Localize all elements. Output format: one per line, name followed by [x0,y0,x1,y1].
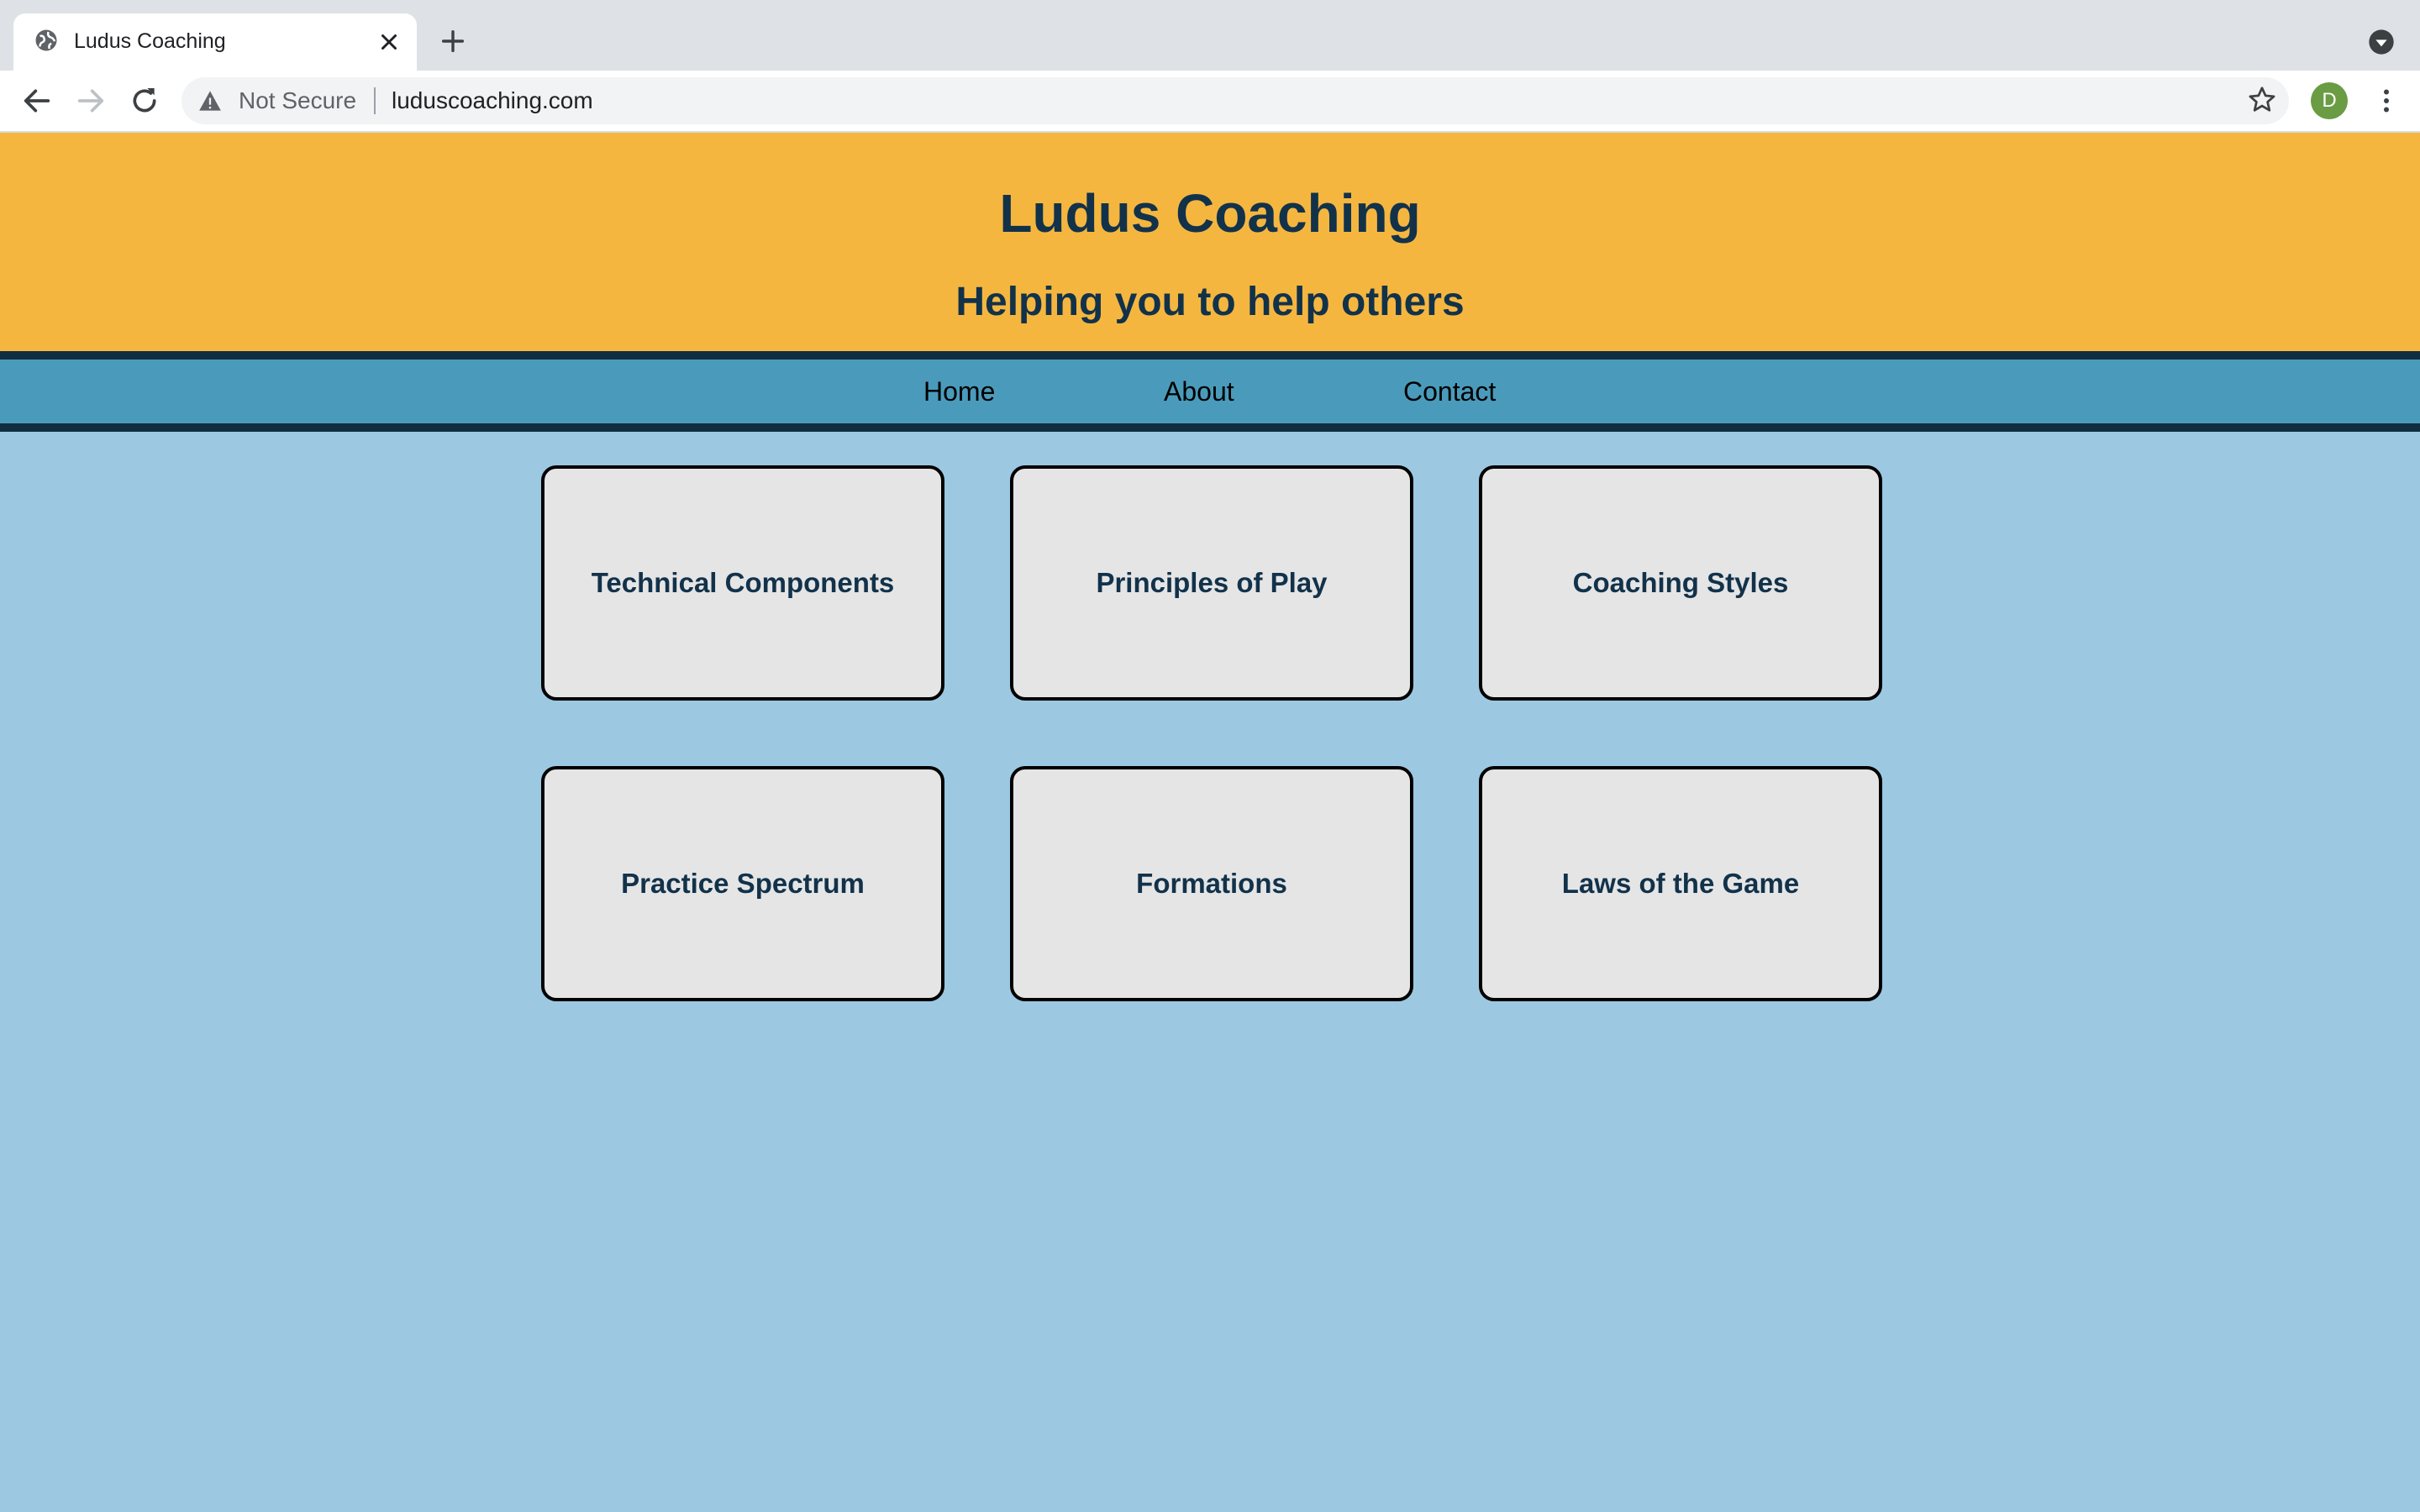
tab-title: Ludus Coaching [74,29,226,53]
url-text[interactable]: luduscoaching.com [392,86,593,116]
new-tab-icon[interactable] [439,27,467,55]
back-icon[interactable] [20,84,54,118]
main-nav: Home About Contact [0,351,2420,432]
security-status[interactable]: Not Secure [239,86,356,116]
bookmark-star-icon[interactable] [2247,85,2277,115]
card-technical-components[interactable]: Technical Components [541,465,944,701]
nav-about-link[interactable]: About [1164,360,1234,423]
profile-avatar[interactable]: D [2311,82,2348,119]
nav-contact-link[interactable]: Contact [1403,360,1496,423]
card-practice-spectrum[interactable]: Practice Spectrum [541,766,944,1001]
globe-icon [35,29,57,51]
browser-tab[interactable]: Ludus Coaching [13,13,417,71]
close-icon[interactable] [376,29,402,55]
card-principles-of-play[interactable]: Principles of Play [1010,465,1413,701]
card-coaching-styles[interactable]: Coaching Styles [1479,465,1882,701]
tab-search-icon[interactable] [2368,29,2395,55]
site-header: Ludus Coaching Helping you to help other… [0,133,2420,351]
forward-icon[interactable] [74,84,108,118]
card-formations[interactable]: Formations [1010,766,1413,1001]
more-menu-icon[interactable] [2371,86,2402,116]
warning-icon[interactable] [198,90,222,112]
tab-strip: Ludus Coaching [0,0,2420,71]
site-title: Ludus Coaching [999,183,1421,244]
site-tagline: Helping you to help others [955,280,1465,324]
nav-home-link[interactable]: Home [923,360,995,423]
address-divider [374,87,376,114]
card-laws-of-the-game[interactable]: Laws of the Game [1479,766,1882,1001]
reload-icon[interactable] [128,84,161,118]
